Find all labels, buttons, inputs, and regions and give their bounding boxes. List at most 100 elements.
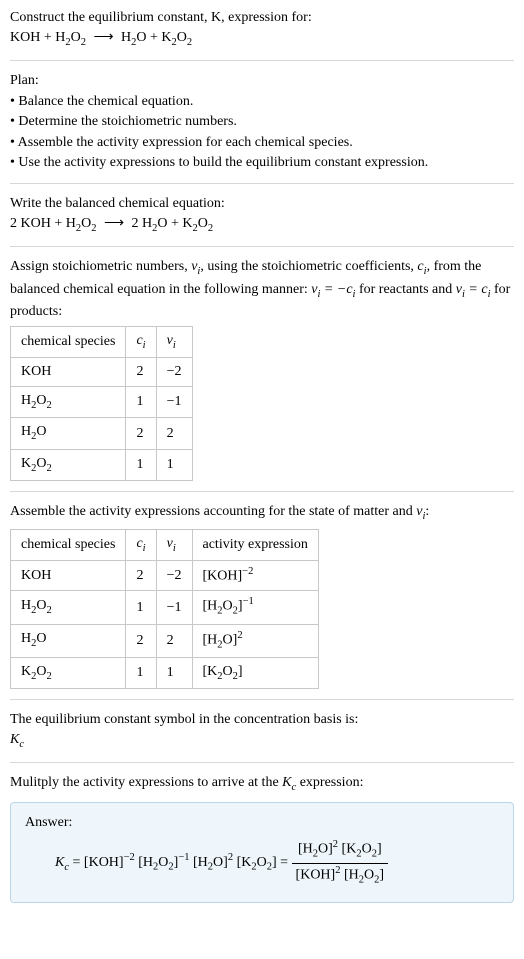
cell: −2	[156, 561, 192, 591]
cell: K2O2	[11, 449, 126, 480]
col-nui: νi	[156, 326, 192, 357]
txt: ]	[379, 867, 384, 882]
cell: H2O	[11, 418, 126, 449]
txt: Mulitply the activity expressions to arr…	[10, 775, 282, 790]
exp: 2	[237, 630, 242, 641]
txt: K	[21, 456, 31, 471]
col-ci: ci	[126, 529, 156, 560]
cell: 2	[156, 418, 192, 449]
plan-item: • Determine the stoichiometric numbers.	[10, 112, 514, 132]
exp: 2	[228, 853, 233, 864]
cell: H2O2	[11, 386, 126, 417]
col-activity: activity expression	[192, 529, 318, 560]
multiply-block: Mulitply the activity expressions to arr…	[10, 773, 514, 795]
cell: 2	[126, 418, 156, 449]
c-i: ci	[417, 259, 426, 274]
cell: H2O2	[11, 591, 126, 624]
txt: O]	[223, 632, 238, 647]
plan-item: • Balance the chemical equation.	[10, 92, 514, 112]
table-row: H2O 2 2 [H2O]2	[11, 624, 319, 657]
txt: O	[223, 664, 233, 679]
exp: 2	[333, 839, 338, 850]
txt: H	[21, 631, 31, 646]
cell: 2	[126, 561, 156, 591]
txt: =	[277, 855, 292, 870]
txt: O	[362, 842, 372, 857]
balanced-block: Write the balanced chemical equation: 2 …	[10, 194, 514, 236]
symbol-line: The equilibrium constant symbol in the c…	[10, 710, 514, 730]
txt: O	[36, 598, 46, 613]
intro-block: Construct the equilibrium constant, K, e…	[10, 8, 514, 50]
fraction: [H2O]2 [K2O2] [KOH]2 [H2O2]	[292, 838, 388, 887]
txt: H	[21, 393, 31, 408]
table-row: H2O 2 2	[11, 418, 193, 449]
txt: [H	[298, 842, 313, 857]
intro-rhs: H2O + K2O2	[121, 30, 192, 45]
answer-box: Answer: Kc = [KOH]−2 [H2O2]−1 [H2O]2 [K2…	[10, 802, 514, 903]
txt: 2 H	[132, 216, 153, 231]
table-row: K2O2 1 1	[11, 449, 193, 480]
txt: [H	[193, 855, 208, 870]
reaction-arrow-icon: ⟶	[100, 216, 128, 231]
cell: 1	[126, 591, 156, 624]
cell: KOH	[11, 358, 126, 387]
symbol-block: The equilibrium constant symbol in the c…	[10, 710, 514, 752]
txt: O	[223, 599, 233, 614]
divider	[10, 60, 514, 61]
divider	[10, 762, 514, 763]
txt: O	[257, 855, 267, 870]
txt: O	[36, 393, 46, 408]
numerator: [H2O]2 [K2O2]	[292, 838, 388, 863]
table-row: KOH 2 −2	[11, 358, 193, 387]
txt: H	[121, 30, 131, 45]
cell: 2	[126, 358, 156, 387]
table-header-row: chemical species ci νi	[11, 326, 193, 357]
txt: Assemble the activity expressions accoun…	[10, 504, 416, 519]
exp: −2	[242, 566, 253, 577]
txt: O]	[213, 855, 228, 870]
exp: −1	[178, 853, 189, 864]
cell: KOH	[11, 561, 126, 591]
txt: O	[36, 424, 46, 439]
plan-item: • Assemble the activity expression for e…	[10, 133, 514, 153]
txt: [H	[203, 632, 218, 647]
txt: O]	[318, 842, 333, 857]
kc-inline: Kc	[282, 775, 296, 790]
cell: 2	[156, 624, 192, 657]
cell: K2O2	[11, 657, 126, 688]
plan-block: Plan: • Balance the chemical equation. •…	[10, 71, 514, 173]
txt: [KOH]	[203, 569, 243, 584]
divider	[10, 491, 514, 492]
balanced-equation: 2 KOH + H2O2 ⟶ 2 H2O + K2O2	[10, 214, 514, 236]
txt: O	[36, 631, 46, 646]
sub: 2	[81, 36, 86, 47]
cell: H2O	[11, 624, 126, 657]
txt: O	[198, 216, 208, 231]
intro-lhs: KOH + H2O2	[10, 30, 86, 45]
stoich-table: chemical species ci νi KOH 2 −2 H2O2 1 −…	[10, 326, 193, 482]
txt: [H	[138, 855, 153, 870]
txt: O	[177, 30, 187, 45]
txt: , using the stoichiometric coefficients,	[200, 259, 417, 274]
cell: [H2O]2	[192, 624, 318, 657]
table-header-row: chemical species ci νi activity expressi…	[11, 529, 319, 560]
txt: [KOH]	[296, 867, 336, 882]
cell: 2	[126, 624, 156, 657]
txt: :	[425, 504, 429, 519]
plan-heading: Plan:	[10, 71, 514, 91]
bal-rhs: 2 H2O + K2O2	[132, 216, 214, 231]
txt: KOH + H	[10, 30, 65, 45]
reaction-arrow-icon: ⟶	[89, 30, 117, 45]
txt: ]	[238, 664, 243, 679]
plan-item: • Use the activity expressions to build …	[10, 153, 514, 173]
cell: 1	[156, 449, 192, 480]
cell: [KOH]−2	[192, 561, 318, 591]
divider	[10, 246, 514, 247]
cell: [H2O2]−1	[192, 591, 318, 624]
exp: −2	[124, 853, 135, 864]
txt: O + K	[157, 216, 192, 231]
txt: [K	[203, 664, 218, 679]
txt: expression:	[296, 775, 363, 790]
cell: [K2O2]	[192, 657, 318, 688]
col-species: chemical species	[11, 326, 126, 357]
